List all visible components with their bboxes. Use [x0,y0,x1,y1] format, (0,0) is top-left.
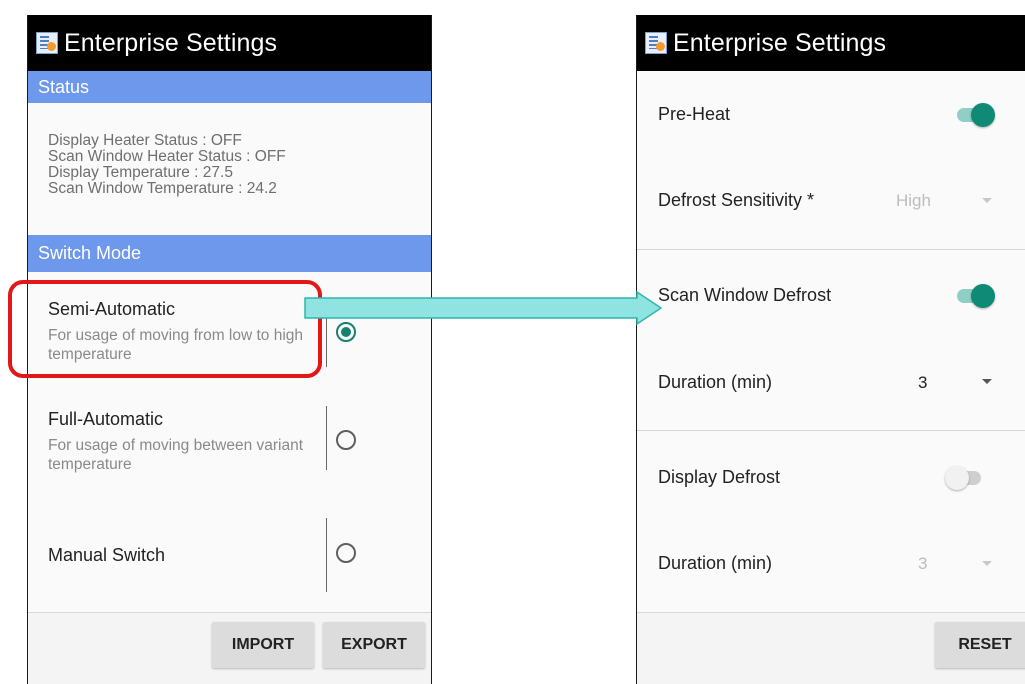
right-arrow-icon [304,290,663,326]
arrow-shape [304,290,663,326]
